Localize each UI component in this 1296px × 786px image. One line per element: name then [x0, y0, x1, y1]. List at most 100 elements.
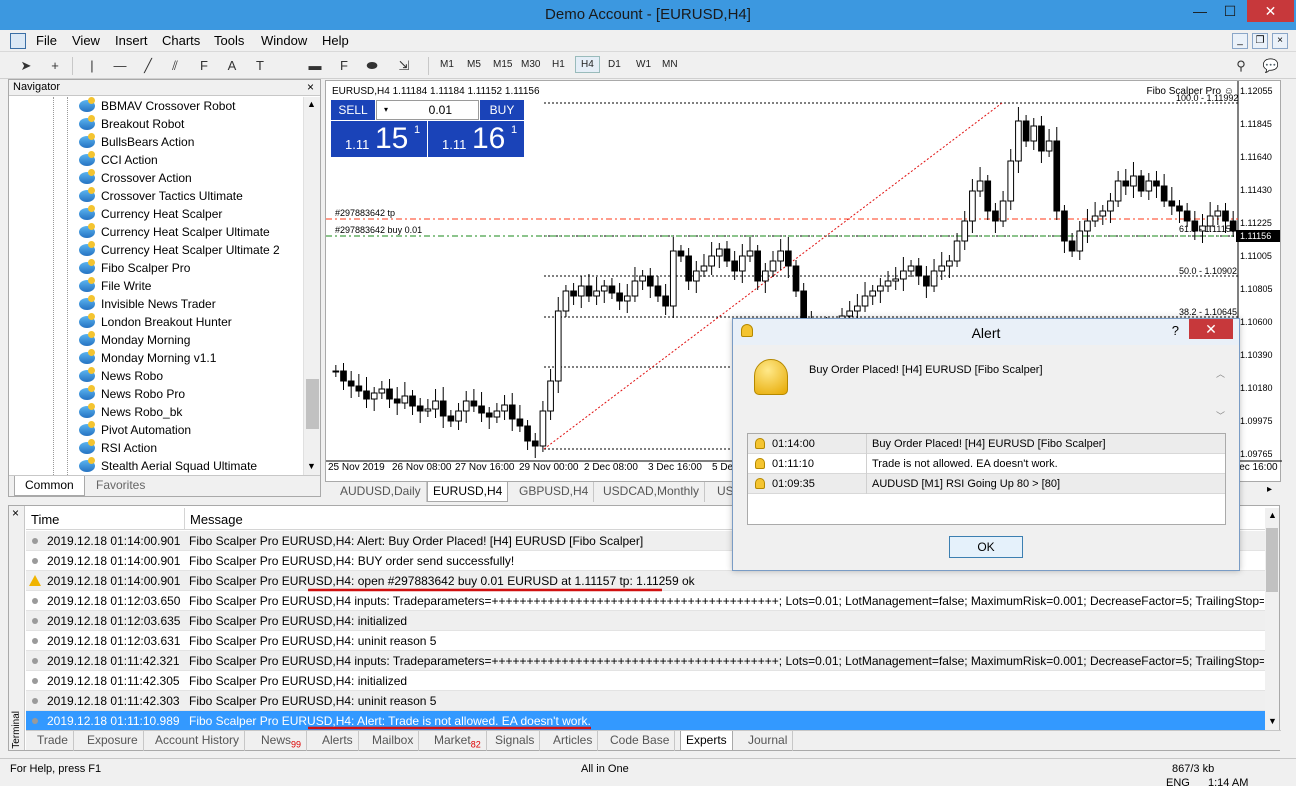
minimize-button[interactable]: — — [1185, 0, 1215, 22]
navigator-item[interactable]: BullsBears Action — [79, 132, 194, 151]
navigator-item[interactable]: Pivot Automation — [79, 420, 191, 439]
terminal-close-icon[interactable]: × — [12, 506, 19, 520]
navigator-item[interactable]: RSI Action — [79, 438, 157, 457]
tab-alerts[interactable]: Alerts — [317, 731, 359, 751]
alert-help-icon[interactable]: ? — [1172, 323, 1179, 338]
lot-size-input[interactable]: ▾ 0.01 — [376, 100, 479, 120]
trendline-icon[interactable]: ╱ — [139, 57, 157, 75]
vertical-line-icon[interactable]: | — [83, 57, 101, 75]
arrows-icon[interactable]: ⇲ — [395, 57, 413, 75]
alert-history-row[interactable]: 01:09:35 AUDUSD [M1] RSI Going Up 80 > [8… — [748, 474, 1225, 494]
tf-m1[interactable]: M1 — [440, 59, 454, 70]
tab-signals[interactable]: Signals — [490, 731, 541, 751]
navigator-item[interactable]: Monday Morning v1.1 — [79, 348, 216, 367]
lot-dropdown-icon[interactable]: ▾ — [379, 103, 393, 117]
mdi-minimize-icon[interactable]: _ — [1232, 33, 1248, 49]
chat-icon[interactable]: 💬 — [1262, 57, 1280, 75]
menu-file[interactable]: File — [36, 33, 57, 48]
chart-tab-audusd[interactable]: AUDUSD,Daily — [335, 482, 427, 502]
navigator-item[interactable]: Invisible News Trader — [79, 294, 216, 313]
text-icon[interactable]: A — [223, 57, 241, 75]
terminal-scrollbar[interactable]: ▲ ▼ — [1265, 508, 1279, 730]
mdi-close-icon[interactable]: × — [1272, 33, 1288, 49]
close-button[interactable]: ✕ — [1247, 0, 1294, 22]
app-icon[interactable] — [10, 33, 26, 49]
navigator-item[interactable]: Monday Morning — [79, 330, 190, 349]
rectangle-icon[interactable]: ▬ — [306, 57, 324, 75]
chart-tab-gbpusd[interactable]: GBPUSD,H4 — [514, 482, 595, 502]
navigator-item[interactable]: Currency Heat Scalper — [79, 204, 222, 223]
alert-scroll-up-icon[interactable]: ︿ — [1216, 367, 1225, 380]
navigator-item[interactable]: CCI Action — [79, 150, 158, 169]
tf-m5[interactable]: M5 — [467, 59, 481, 70]
menu-view[interactable]: View — [72, 33, 100, 48]
menu-insert[interactable]: Insert — [115, 33, 148, 48]
sell-button[interactable]: SELL — [331, 100, 375, 120]
channel-icon[interactable]: ⫽ — [166, 57, 184, 75]
search-icon[interactable]: ⚲ — [1232, 57, 1250, 75]
menu-charts[interactable]: Charts — [162, 33, 200, 48]
terminal-scroll-thumb[interactable] — [1266, 528, 1278, 592]
navigator-item[interactable]: News Robo_bk — [79, 402, 182, 421]
tf-d1[interactable]: D1 — [608, 59, 621, 70]
tab-experts[interactable]: Experts — [680, 731, 733, 751]
navigator-item[interactable]: Fibo Scalper Pro — [79, 258, 190, 277]
tf-h1[interactable]: H1 — [552, 59, 565, 70]
maximize-button[interactable]: ☐ — [1215, 0, 1245, 22]
tab-scroll-right-icon[interactable]: ▸ — [1267, 484, 1272, 495]
scroll-down-icon[interactable]: ▼ — [307, 461, 316, 471]
navigator-item[interactable]: BBMAV Crossover Robot — [79, 97, 236, 115]
navigator-item[interactable]: Currency Heat Scalper Ultimate 2 — [79, 240, 280, 259]
tab-articles[interactable]: Articles — [548, 731, 599, 751]
navigator-item[interactable]: Currency Heat Scalper Ultimate — [79, 222, 270, 241]
bid-price[interactable]: 1.11 15 1 — [331, 121, 427, 157]
fibo-icon[interactable]: F — [195, 57, 213, 75]
crosshair-icon[interactable]: + — [46, 57, 64, 75]
navigator-item[interactable]: Stealth Aerial Squad Ultimate — [79, 456, 257, 475]
text-label-icon[interactable]: T — [251, 57, 269, 75]
alert-scroll-down-icon[interactable]: ﹀ — [1216, 409, 1225, 422]
tab-account-history[interactable]: Account History — [150, 731, 246, 751]
fibo-fan-icon[interactable]: F — [335, 57, 353, 75]
navigator-scrollbar[interactable]: ▲ ▼ — [303, 97, 320, 475]
tab-favorites[interactable]: Favorites — [86, 476, 155, 496]
navigator-item[interactable]: News Robo — [79, 366, 163, 385]
term-scroll-down-icon[interactable]: ▼ — [1268, 716, 1277, 726]
tab-journal[interactable]: Journal — [743, 731, 794, 751]
term-scroll-up-icon[interactable]: ▲ — [1268, 510, 1277, 520]
tab-common[interactable]: Common — [14, 476, 85, 496]
chart-tab-usdcad[interactable]: USDCAD,Monthly — [598, 482, 706, 502]
navigator-item[interactable]: Breakout Robot — [79, 114, 184, 133]
tab-mailbox[interactable]: Mailbox — [367, 731, 420, 751]
tab-market[interactable]: Market82 — [429, 731, 487, 751]
navigator-scroll-thumb[interactable] — [306, 379, 319, 429]
menu-help[interactable]: Help — [322, 33, 349, 48]
navigator-item[interactable]: Crossover Tactics Ultimate — [79, 186, 243, 205]
menu-window[interactable]: Window — [261, 33, 307, 48]
tab-exposure[interactable]: Exposure — [82, 731, 144, 751]
alert-history-row[interactable]: 01:11:10 Trade is not allowed. EA doesn't… — [748, 454, 1225, 474]
menu-tools[interactable]: Tools — [214, 33, 244, 48]
navigator-item[interactable]: News Robo Pro — [79, 384, 185, 403]
scroll-up-icon[interactable]: ▲ — [307, 99, 316, 109]
navigator-close-icon[interactable]: × — [307, 80, 314, 95]
tab-trade[interactable]: Trade — [32, 731, 74, 751]
ask-price[interactable]: 1.11 16 1 — [428, 121, 524, 157]
tf-m15[interactable]: M15 — [493, 59, 512, 70]
navigator-item[interactable]: File Write — [79, 276, 151, 295]
tf-m30[interactable]: M30 — [521, 59, 540, 70]
tf-h4[interactable]: H4 — [575, 56, 600, 73]
ok-button[interactable]: OK — [949, 536, 1023, 558]
alert-history-row[interactable]: 01:14:00 Buy Order Placed! [H4] EURUSD [F… — [748, 434, 1225, 454]
mdi-restore-icon[interactable]: ❐ — [1252, 33, 1268, 49]
alert-close-button[interactable]: ✕ — [1189, 319, 1233, 339]
tf-w1[interactable]: W1 — [636, 59, 651, 70]
tab-news[interactable]: News99 — [256, 731, 308, 751]
navigator-item[interactable]: Crossover Action — [79, 168, 192, 187]
cursor-icon[interactable]: ➤ — [17, 57, 35, 75]
ellipse-icon[interactable]: ⬬ — [363, 57, 381, 75]
navigator-item[interactable]: London Breakout Hunter — [79, 312, 232, 331]
tf-mn[interactable]: MN — [662, 59, 678, 70]
tab-code-base[interactable]: Code Base — [605, 731, 676, 751]
buy-button[interactable]: BUY — [480, 100, 524, 120]
